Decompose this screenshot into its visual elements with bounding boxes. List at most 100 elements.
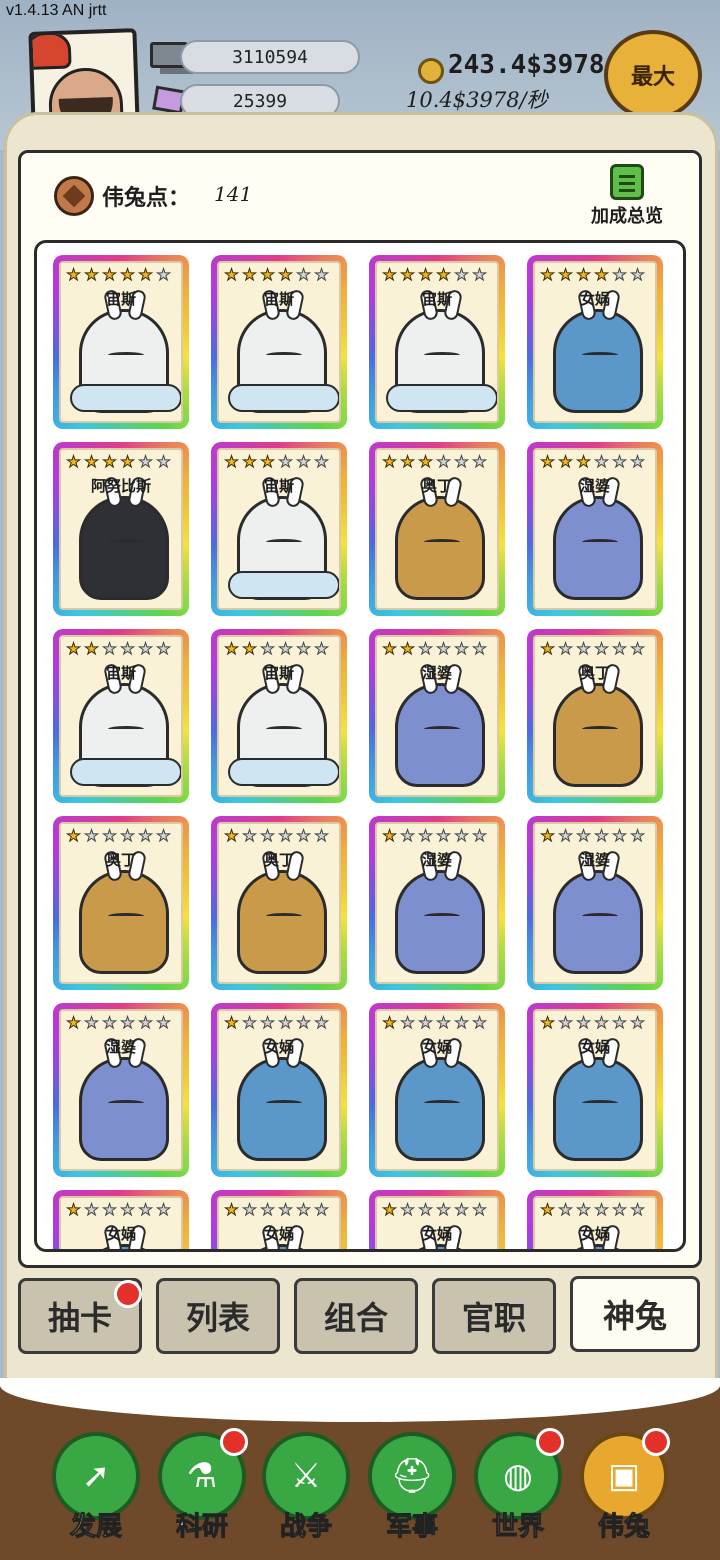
god-card[interactable]: ★ ★ ★ ★ ★ ★ 宙斯	[211, 442, 347, 616]
card-face: ★ ★ ★ ★ ★ ★ 阿努比斯	[59, 448, 183, 610]
star-icon: ★	[278, 265, 293, 284]
star-icon: ★	[84, 1013, 99, 1032]
coin-icon	[418, 58, 444, 84]
star-icon: ★	[84, 265, 99, 284]
bonus-overview-button[interactable]: 加成总览	[578, 162, 676, 232]
card-face: ★ ★ ★ ★ ★ ★ 女娲	[59, 1196, 183, 1249]
star-icon: ★	[630, 1013, 645, 1032]
card-face: ★ ★ ★ ★ ★ ★ 湿婆	[375, 635, 499, 797]
star-icon: ★	[66, 1013, 81, 1032]
nav-war[interactable]: ⚔ 战争	[258, 1432, 354, 1560]
tab-god-rabbit[interactable]: 神兔	[570, 1276, 700, 1352]
tab-combo[interactable]: 组合	[294, 1278, 418, 1354]
rabbit-character-icon	[79, 475, 169, 600]
god-card[interactable]: ★ ★ ★ ★ ★ ★ 女娲	[369, 1003, 505, 1177]
rabbit-character-icon	[395, 1223, 485, 1249]
star-icon: ★	[436, 452, 451, 471]
tab-god-rabbit-label: 神兔	[602, 1297, 667, 1335]
rabbit-character-icon	[553, 849, 643, 974]
tab-office-label: 官职	[461, 1299, 526, 1337]
god-card[interactable]: ★ ★ ★ ★ ★ ★ 宙斯	[53, 255, 189, 429]
art-detail	[424, 539, 460, 545]
god-card[interactable]: ★ ★ ★ ★ ★ ★ 湿婆	[53, 1003, 189, 1177]
god-card[interactable]: ★ ★ ★ ★ ★ ★ 宙斯	[369, 255, 505, 429]
card-name: 湿婆	[105, 1038, 136, 1056]
star-icon: ★	[418, 265, 433, 284]
star-icon: ★	[540, 639, 555, 658]
star-icon: ★	[540, 452, 555, 471]
god-card[interactable]: ★ ★ ★ ★ ★ ★ 奥丁	[369, 442, 505, 616]
god-card[interactable]: ★ ★ ★ ★ ★ ★ 女娲	[527, 1190, 663, 1249]
god-card[interactable]: ★ ★ ★ ★ ★ ★ 女娲	[369, 1190, 505, 1249]
star-icon: ★	[120, 639, 135, 658]
god-card[interactable]: ★ ★ ★ ★ ★ ★ 阿努比斯	[53, 442, 189, 616]
star-icon: ★	[224, 452, 239, 471]
nav-military-label: 军事	[385, 1512, 438, 1543]
god-card[interactable]: ★ ★ ★ ★ ★ ★ 湿婆	[369, 816, 505, 990]
star-icon: ★	[400, 639, 415, 658]
god-card[interactable]: ★ ★ ★ ★ ★ ★ 湿婆	[527, 442, 663, 616]
god-card[interactable]: ★ ★ ★ ★ ★ ★ 湿婆	[369, 629, 505, 803]
star-icon: ★	[102, 265, 117, 284]
god-card[interactable]: ★ ★ ★ ★ ★ ★ 宙斯	[211, 629, 347, 803]
nav-military[interactable]: ⛑ 军事	[364, 1432, 460, 1560]
star-icon: ★	[612, 639, 627, 658]
star-icon: ★	[612, 826, 627, 845]
card-name: 奥丁	[105, 851, 136, 869]
nav-god-rabbit-notification-dot	[642, 1428, 670, 1456]
tab-combo-label: 组合	[323, 1299, 388, 1337]
star-icon: ★	[382, 826, 397, 845]
god-card[interactable]: ★ ★ ★ ★ ★ ★ 湿婆	[527, 816, 663, 990]
rabbit-character-icon	[553, 662, 643, 787]
tab-office[interactable]: 官职	[432, 1278, 556, 1354]
star-icon: ★	[260, 1013, 275, 1032]
star-icon: ★	[278, 1013, 293, 1032]
god-card[interactable]: ★ ★ ★ ★ ★ ★ 奥丁	[211, 816, 347, 990]
star-icon: ★	[120, 826, 135, 845]
star-icon: ★	[156, 265, 171, 284]
star-rating: ★ ★ ★ ★ ★ ★	[223, 452, 330, 471]
art-detail	[70, 384, 181, 412]
star-rating: ★ ★ ★ ★ ★ ★	[223, 639, 330, 658]
star-icon: ★	[454, 265, 469, 284]
star-icon: ★	[156, 826, 171, 845]
star-icon: ★	[576, 1200, 591, 1219]
god-card[interactable]: ★ ★ ★ ★ ★ ★ 女娲	[527, 255, 663, 429]
star-rating: ★ ★ ★ ★ ★ ★	[539, 266, 646, 284]
god-card[interactable]: ★ ★ ★ ★ ★ ★ 奥丁	[53, 816, 189, 990]
nav-develop[interactable]: ➚ 发展	[48, 1432, 144, 1560]
card-face: ★ ★ ★ ★ ★ ★ 宙斯	[217, 448, 341, 610]
tab-list[interactable]: 列表	[156, 1278, 280, 1354]
tab-draw-label: 抽卡	[47, 1299, 112, 1337]
star-icon: ★	[400, 265, 415, 284]
card-grid-frame[interactable]: ★ ★ ★ ★ ★ ★ 宙斯 ★ ★ ★ ★ ★ ★ 宙斯 ★ ★ ★ ★ ★ ★ 宙斯 ★ ★ ★ ★ ★ ★ 女娲 ★ ★ ★ ★ ★ ★ 阿努…	[34, 240, 686, 1252]
star-icon: ★	[224, 639, 239, 658]
card-name: 女娲	[579, 1038, 610, 1056]
star-icon: ★	[296, 265, 311, 284]
max-button[interactable]: 最大	[604, 30, 702, 120]
star-icon: ★	[454, 452, 469, 471]
god-card[interactable]: ★ ★ ★ ★ ★ ★ 宙斯	[211, 255, 347, 429]
card-name: 女娲	[579, 290, 610, 308]
star-icon: ★	[102, 826, 117, 845]
art-detail	[266, 726, 302, 732]
star-icon: ★	[138, 265, 153, 284]
star-icon: ★	[558, 452, 573, 471]
god-card[interactable]: ★ ★ ★ ★ ★ ★ 宙斯	[53, 629, 189, 803]
star-icon: ★	[66, 265, 81, 284]
god-card[interactable]: ★ ★ ★ ★ ★ ★ 奥丁	[527, 629, 663, 803]
star-icon: ★	[576, 826, 591, 845]
star-rating: ★ ★ ★ ★ ★ ★	[381, 452, 488, 471]
star-icon: ★	[594, 826, 609, 845]
star-icon: ★	[120, 1013, 135, 1032]
star-icon: ★	[138, 452, 153, 471]
star-rating: ★ ★ ★ ★ ★ ★	[539, 1200, 646, 1219]
god-card[interactable]: ★ ★ ★ ★ ★ ★ 女娲	[211, 1003, 347, 1177]
version-label: v1.4.13 AN jrtt	[6, 2, 107, 19]
god-card[interactable]: ★ ★ ★ ★ ★ ★ 女娲	[211, 1190, 347, 1249]
god-card[interactable]: ★ ★ ★ ★ ★ ★ 女娲	[53, 1190, 189, 1249]
card-name: 女娲	[263, 1225, 294, 1243]
star-icon: ★	[242, 639, 257, 658]
god-card[interactable]: ★ ★ ★ ★ ★ ★ 女娲	[527, 1003, 663, 1177]
star-rating: ★ ★ ★ ★ ★ ★	[223, 1201, 330, 1219]
